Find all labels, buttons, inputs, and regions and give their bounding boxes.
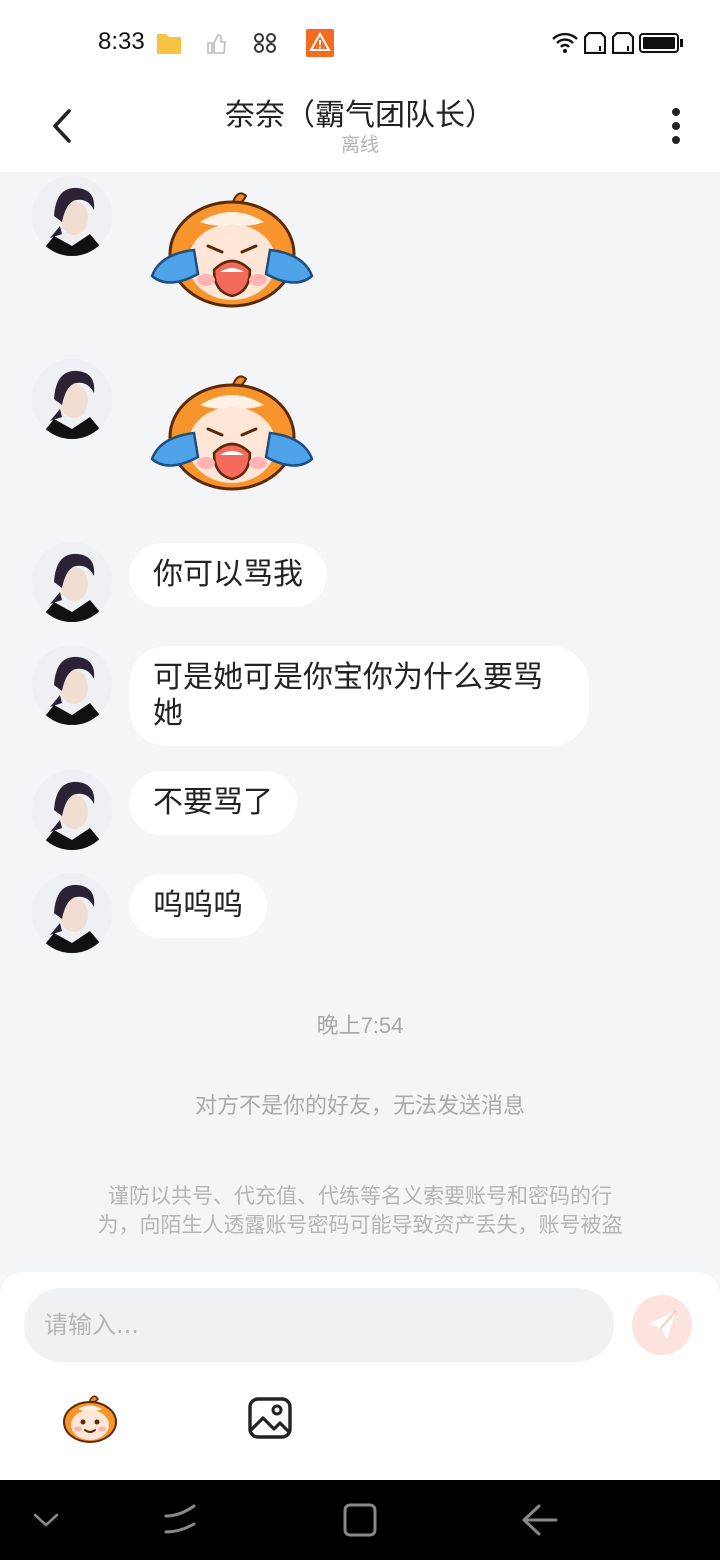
battery-icon [639,33,683,53]
contact-avatar[interactable] [32,873,112,953]
image-picker-button[interactable] [247,1396,293,1440]
chat-header: 奈奈（霸气团队长） 离线 [0,84,720,172]
message-timestamp: 晚上7:54 [316,1013,404,1038]
sticker-image [150,192,314,308]
avatar-image [32,542,112,622]
sim1-icon [584,32,606,54]
contact-avatar[interactable] [32,359,112,439]
home-nav-button[interactable] [340,1500,380,1540]
avatar-image [32,770,112,850]
avatar-image [32,645,112,725]
status-bar: 8:33 [0,0,720,84]
security-warning: 谨防以共号、代充值、代练等名义索要账号和密码的行 为，向陌生人透露账号密码可能导… [56,1182,664,1240]
contact-name: 奈奈（霸气团队长） [225,98,495,133]
send-icon [648,1310,677,1339]
message-bubble[interactable]: 呜呜呜 [129,874,267,938]
warning-line-2: 为，向陌生人透露账号密码可能导致资产丢失，账号被盗 [97,1213,623,1237]
message-input[interactable] [24,1288,614,1362]
avatar-image [32,176,112,256]
home-square-icon [343,1503,377,1537]
back-nav-button[interactable] [520,1500,560,1540]
system-notice: 对方不是你的好友，无法发送消息 [194,1094,525,1119]
hide-keyboard-button[interactable] [26,1500,66,1540]
menu-nav-button[interactable] [160,1500,200,1540]
status-time: 8:33 [98,28,145,55]
contact-avatar[interactable] [32,770,112,850]
contact-avatar[interactable] [32,176,112,256]
crying-mascot-sticker[interactable] [142,184,322,324]
system-nav-bar [0,1480,720,1560]
sim2-icon [612,32,634,54]
crying-mascot-sticker[interactable] [142,367,322,507]
more-options-button[interactable] [658,102,694,150]
wifi-icon [552,32,578,53]
mascot-emoji-icon [63,1395,117,1443]
warning-line-1: 谨防以共号、代充值、代练等名义索要账号和密码的行 [108,1184,612,1208]
warning-icon [306,29,334,57]
sticker-button[interactable] [62,1394,118,1444]
back-arrow-icon [522,1504,558,1536]
message-bubble[interactable]: 不要骂了 [129,771,297,835]
avatar-image [32,873,112,953]
thumb-icon [207,34,226,54]
butterfly-icon [254,33,276,53]
contact-avatar[interactable] [32,645,112,725]
send-button[interactable] [632,1295,692,1355]
message-list[interactable]: 你可以骂我 可是她可是你宝你为什么要骂她 不要骂了 呜呜呜 晚上7:54 对方不… [0,172,720,1272]
folder-icon [157,34,181,54]
chevron-down-icon [33,1513,59,1527]
more-vertical-icon [672,108,680,144]
menu-lines-icon [164,1504,196,1534]
message-bubble[interactable]: 可是她可是你宝你为什么要骂她 [129,646,589,746]
image-icon [248,1397,292,1439]
message-bubble[interactable]: 你可以骂我 [129,543,327,607]
online-status: 离线 [340,134,379,156]
sticker-image [150,375,314,491]
input-area [0,1272,720,1480]
contact-avatar[interactable] [32,542,112,622]
avatar-image [32,359,112,439]
